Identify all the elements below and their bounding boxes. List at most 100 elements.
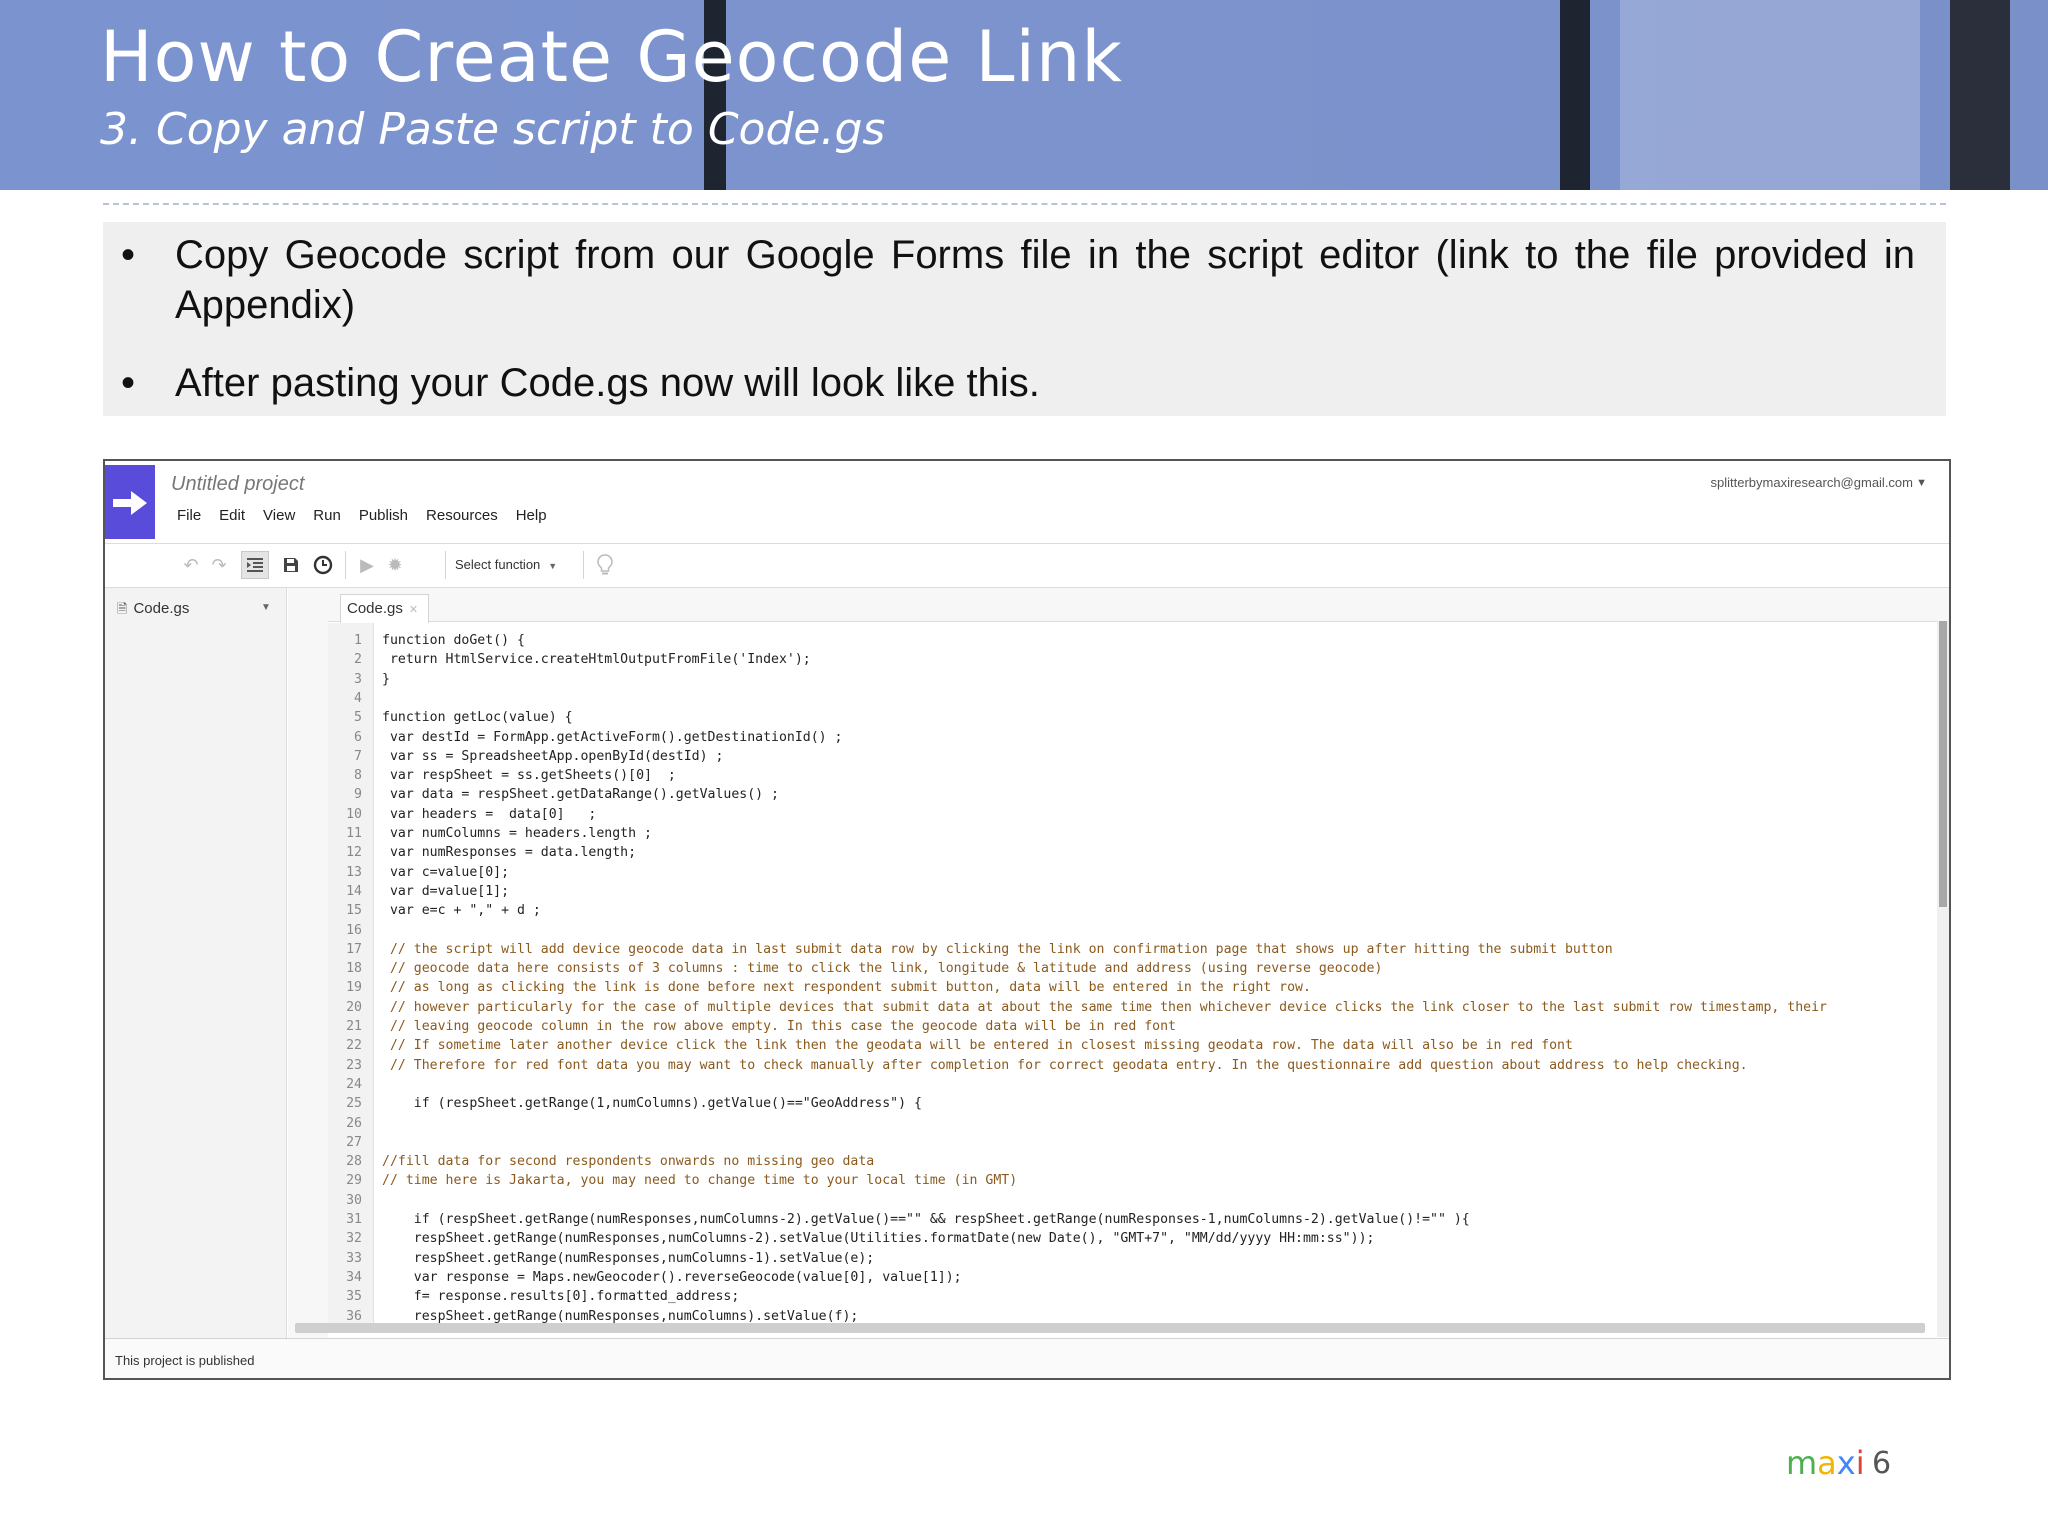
run-icon[interactable]: ▶ xyxy=(353,551,381,579)
code-line[interactable]: 14 var d=value[1]; xyxy=(328,882,1928,901)
line-number: 35 xyxy=(346,1289,362,1305)
pane-gap xyxy=(288,588,328,1338)
code-text: var e=c + "," + d ; xyxy=(382,903,541,919)
line-number: 13 xyxy=(346,864,362,880)
code-editor[interactable]: 1 function doGet() {2 return HtmlService.… xyxy=(328,623,1938,1323)
line-number: 5 xyxy=(354,710,362,726)
code-text: // leaving geocode column in the row abo… xyxy=(382,1019,1176,1034)
code-line[interactable]: 21 // leaving geocode column in the row … xyxy=(328,1017,1928,1036)
code-line[interactable]: 1 function doGet() { xyxy=(328,631,1928,650)
editor-tab-strip: Code.gs ✕ xyxy=(328,588,1949,623)
code-line[interactable]: 25 if (respSheet.getRange(1,numColumns).… xyxy=(328,1094,1928,1113)
code-line[interactable]: 27 xyxy=(328,1133,1928,1152)
file-item-code-gs[interactable]: 🗎 Code.gs xyxy=(117,600,189,622)
code-text: // Therefore for red font data you may w… xyxy=(382,1057,1748,1073)
code-line[interactable]: 8 var respSheet = ss.getSheets()[0] ; xyxy=(328,766,1928,785)
code-line[interactable]: 18 // geocode data here consists of 3 co… xyxy=(328,959,1928,978)
line-number: 33 xyxy=(346,1250,362,1266)
line-number: 26 xyxy=(346,1115,362,1131)
code-line[interactable]: 20 // however particularly for the case … xyxy=(328,998,1928,1017)
status-text: This project is published xyxy=(115,1353,255,1368)
save-icon[interactable] xyxy=(277,551,305,579)
code-line[interactable]: 9 var data = respSheet.getDataRange().ge… xyxy=(328,785,1928,804)
code-text: f= response.results[0].formatted_address… xyxy=(382,1289,740,1305)
code-text: var c=value[0]; xyxy=(382,864,510,880)
toolbar-divider xyxy=(345,551,346,579)
code-line[interactable]: 10 var headers = data[0] ; xyxy=(328,805,1928,824)
code-line[interactable]: 5 function getLoc(value) { xyxy=(328,708,1928,727)
indent-icon[interactable] xyxy=(241,551,269,579)
code-line[interactable]: 12 var numResponses = data.length; xyxy=(328,843,1928,862)
line-number: 2 xyxy=(354,652,362,668)
line-number: 4 xyxy=(354,690,362,706)
code-line[interactable]: 31 if (respSheet.getRange(numResponses,n… xyxy=(328,1210,1928,1229)
code-line[interactable]: 24 xyxy=(328,1075,1928,1094)
code-line[interactable]: 36 respSheet.getRange(numResponses,numCo… xyxy=(328,1307,1928,1324)
code-line[interactable]: 15 var e=c + "," + d ; xyxy=(328,901,1928,920)
code-line[interactable]: 16 xyxy=(328,921,1928,940)
code-text: return HtmlService.createHtmlOutputFromF… xyxy=(382,652,811,668)
bullet-symbol: • xyxy=(121,233,136,277)
menu-file[interactable]: File xyxy=(177,507,201,531)
code-text: function getLoc(value) { xyxy=(382,710,573,726)
line-number: 19 xyxy=(346,980,362,996)
select-function-label: Select function xyxy=(455,557,541,572)
project-name[interactable]: Untitled project xyxy=(171,473,304,496)
apps-script-logo[interactable] xyxy=(105,465,155,539)
code-line[interactable]: 7 var ss = SpreadsheetApp.openById(destI… xyxy=(328,747,1928,766)
line-number: 22 xyxy=(346,1038,362,1054)
code-line[interactable]: 6 var destId = FormApp.getActiveForm().g… xyxy=(328,728,1928,747)
account-email[interactable]: splitterbymaxiresearch@gmail.com xyxy=(1711,475,1913,490)
menu-view[interactable]: View xyxy=(263,507,295,531)
code-line[interactable]: 22 // If sometime later another device c… xyxy=(328,1036,1928,1055)
redo-icon[interactable]: ↷ xyxy=(205,551,233,579)
horizontal-scrollbar[interactable] xyxy=(295,1323,1925,1333)
code-line[interactable]: 32 respSheet.getRange(numResponses,numCo… xyxy=(328,1229,1928,1248)
select-function-dropdown[interactable]: Select function ▼ xyxy=(455,557,557,572)
line-number: 36 xyxy=(346,1308,362,1324)
lightbulb-icon[interactable] xyxy=(591,551,619,579)
menu-edit[interactable]: Edit xyxy=(219,507,245,531)
triggers-clock-icon[interactable] xyxy=(309,551,337,579)
menu-divider xyxy=(105,543,1949,544)
bullet-box: • Copy Geocode script from our Google Fo… xyxy=(103,222,1946,416)
code-line[interactable]: 34 var response = Maps.newGeocoder().rev… xyxy=(328,1268,1928,1287)
menu-resources[interactable]: Resources xyxy=(426,507,498,531)
code-text: // If sometime later another device clic… xyxy=(382,1038,1573,1054)
code-line[interactable]: 3} xyxy=(328,670,1928,689)
banner-photo-strip xyxy=(1620,0,1920,190)
code-line[interactable]: 11 var numColumns = headers.length ; xyxy=(328,824,1928,843)
menu-publish[interactable]: Publish xyxy=(359,507,408,531)
code-line[interactable]: 19 // as long as clicking the link is do… xyxy=(328,978,1928,997)
caret-down-icon[interactable]: ▼ xyxy=(261,602,271,613)
code-line[interactable]: 23 // Therefore for red font data you ma… xyxy=(328,1056,1928,1075)
code-text: if (respSheet.getRange(numResponses,numC… xyxy=(382,1212,1470,1227)
code-text: var data = respSheet.getDataRange().getV… xyxy=(382,787,779,803)
line-number: 7 xyxy=(354,748,362,764)
menu-help[interactable]: Help xyxy=(516,507,547,531)
code-line[interactable]: 30 xyxy=(328,1191,1928,1210)
menu-bar: File Edit View Run Publish Resources Hel… xyxy=(177,507,565,531)
code-line[interactable]: 2 return HtmlService.createHtmlOutputFro… xyxy=(328,650,1928,669)
caret-down-icon[interactable]: ▼ xyxy=(1916,477,1927,489)
menu-run[interactable]: Run xyxy=(313,507,341,531)
code-line[interactable]: 33 respSheet.getRange(numResponses,numCo… xyxy=(328,1249,1928,1268)
code-line[interactable]: 28 //fill data for second respondents onw… xyxy=(328,1152,1928,1171)
line-number: 23 xyxy=(346,1057,362,1073)
code-text: // as long as clicking the link is done … xyxy=(382,980,1311,996)
code-line[interactable]: 13 var c=value[0]; xyxy=(328,863,1928,882)
debug-bug-icon[interactable]: ✹ xyxy=(381,551,409,579)
slide-subtitle: 3. Copy and Paste script to Code.gs xyxy=(100,104,886,155)
undo-icon[interactable]: ↶ xyxy=(177,551,205,579)
tab-code-gs[interactable]: Code.gs ✕ xyxy=(340,594,430,623)
vertical-scrollbar-thumb[interactable] xyxy=(1939,621,1947,907)
close-icon[interactable]: ✕ xyxy=(409,604,418,616)
code-line[interactable]: 29 // time here is Jakarta, you may need … xyxy=(328,1171,1928,1190)
code-line[interactable]: 4 xyxy=(328,689,1928,708)
toolbar-divider xyxy=(445,551,446,579)
code-line[interactable]: 26 xyxy=(328,1114,1928,1133)
brand-letter: x xyxy=(1836,1444,1856,1482)
toolbar: ↶ ↷ ▶ ✹ Select function ▼ xyxy=(177,545,1877,585)
code-line[interactable]: 17 // the script will add device geocode… xyxy=(328,940,1928,959)
code-line[interactable]: 35 f= response.results[0].formatted_addr… xyxy=(328,1287,1928,1306)
